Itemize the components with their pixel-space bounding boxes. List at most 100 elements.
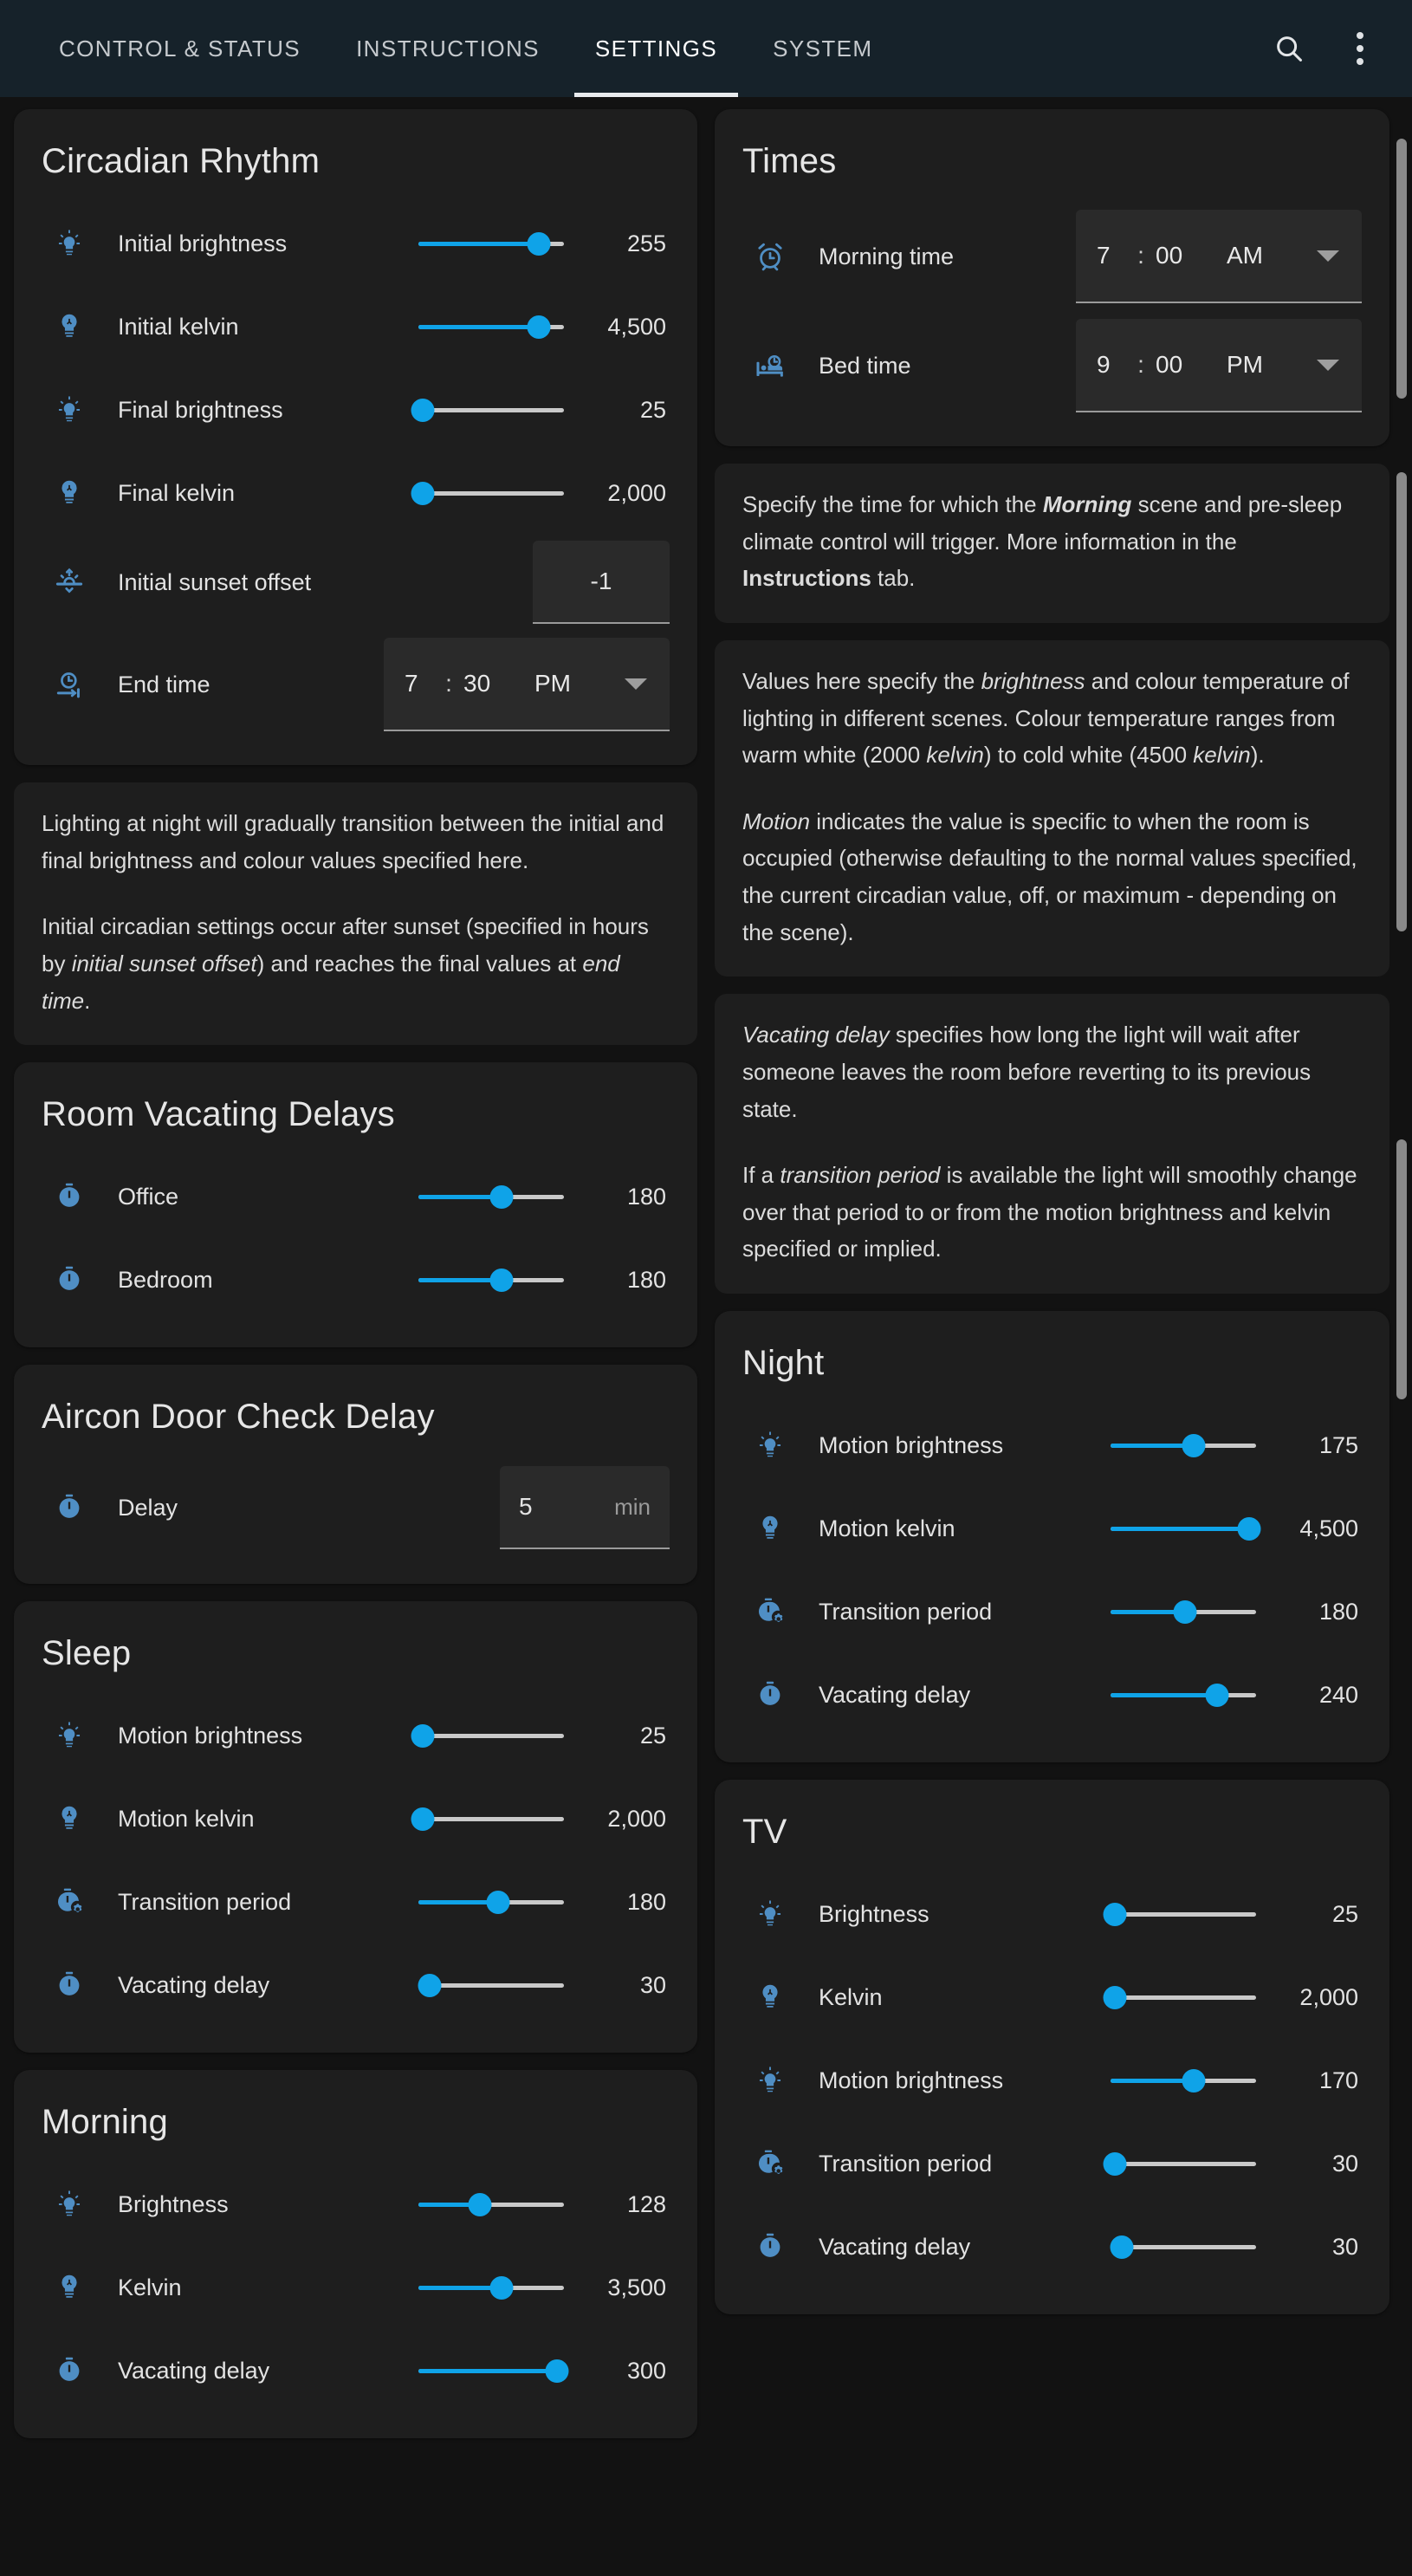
info-paragraph: Specify the time for which the Morning s…: [742, 486, 1362, 597]
slider-thumb[interactable]: [468, 2192, 492, 2216]
chevron-down-icon[interactable]: [625, 678, 647, 690]
chevron-down-icon[interactable]: [1317, 250, 1339, 262]
info-emphasis: initial sunset offset: [71, 950, 257, 977]
slider-tv-kelvin[interactable]: [1103, 1976, 1256, 2018]
chevron-down-icon[interactable]: [1317, 359, 1339, 371]
card-title: Times: [742, 142, 837, 180]
slider-tv-brightness[interactable]: [1103, 1893, 1256, 1935]
setting-row-tv-transition-period: Transition period 30: [742, 2122, 1362, 2205]
slider-night-motion-brightness[interactable]: [1111, 1424, 1256, 1466]
time-hour[interactable]: 7: [405, 670, 434, 698]
card-circadian-rhythm: Circadian Rhythm Initial brightness 255 …: [14, 109, 697, 765]
time-minute[interactable]: 00: [1156, 351, 1209, 379]
slider-office-vacating-delay[interactable]: [418, 1176, 564, 1217]
tab-settings[interactable]: SETTINGS: [567, 0, 745, 97]
tab-system[interactable]: SYSTEM: [745, 0, 900, 97]
slider-value: 30: [639, 1971, 666, 1998]
time-minute[interactable]: 00: [1156, 242, 1209, 269]
card-title: TV: [742, 1813, 787, 1851]
slider-sleep-motion-kelvin[interactable]: [411, 1798, 564, 1840]
slider-night-transition-period[interactable]: [1111, 1591, 1256, 1632]
slider-thumb[interactable]: [1182, 1433, 1206, 1457]
slider-thumb[interactable]: [1237, 1516, 1261, 1541]
row-label: Vacating delay: [819, 1681, 971, 1708]
slider-fill: [418, 241, 540, 246]
settings-content: Circadian Rhythm Initial brightness 25 5 …: [0, 97, 1412, 2576]
row-label: Final brightness: [118, 396, 283, 423]
slider-track: [418, 490, 564, 496]
slider-morning-vacating-delay[interactable]: [418, 2350, 569, 2391]
slider-thumb[interactable]: [1103, 1902, 1127, 1926]
slider-thumb[interactable]: [527, 315, 551, 339]
slider-value: 255: [626, 230, 666, 256]
slider-thumb[interactable]: [489, 1268, 514, 1292]
info-emphasis: transition period: [780, 1162, 941, 1189]
time-hour[interactable]: 7: [1097, 242, 1126, 269]
setting-row-end-time: End time 7 : 30 PM: [42, 630, 670, 739]
input-aircon-delay[interactable]: 5 min: [500, 1466, 670, 1550]
bulb-icon: [42, 1802, 97, 1835]
time-picker-bed-time[interactable]: 9 : 00 PM: [1076, 319, 1362, 412]
setting-row-tv-vacating-delay: Vacating delay 30: [742, 2205, 1362, 2288]
slider-night-motion-kelvin[interactable]: [1111, 1508, 1261, 1549]
slider-tv-vacating-delay[interactable]: [1110, 2226, 1256, 2268]
input-initial-sunset-offset[interactable]: -1: [533, 541, 670, 624]
scrollbar-segment-top[interactable]: [1396, 139, 1407, 399]
time-picker-end-time[interactable]: 7 : 30 PM: [384, 638, 670, 731]
time-ampm[interactable]: PM: [517, 670, 625, 698]
slider-thumb[interactable]: [1173, 1599, 1197, 1624]
slider-tv-motion-brightness[interactable]: [1111, 2060, 1256, 2101]
scrollbar-segment-bottom[interactable]: [1396, 1139, 1407, 1399]
slider-thumb[interactable]: [411, 1723, 435, 1748]
slider-thumb[interactable]: [527, 231, 551, 256]
slider-thumb[interactable]: [411, 398, 435, 422]
slider-value: 240: [1318, 1681, 1358, 1708]
time-picker-morning-time[interactable]: 7 : 00 AM: [1076, 210, 1362, 303]
slider-sleep-transition-period[interactable]: [418, 1881, 564, 1923]
more-vert-icon[interactable]: [1331, 19, 1389, 78]
scrollbar-segment-middle[interactable]: [1396, 472, 1407, 931]
slider-fill: [418, 2368, 557, 2373]
slider-value: 3,500: [607, 2274, 666, 2300]
slider-track: [1111, 1911, 1256, 1917]
slider-night-vacating-delay[interactable]: [1111, 1674, 1256, 1716]
tab-control-status[interactable]: CONTROL & STATUS: [31, 0, 328, 97]
slider-thumb[interactable]: [1103, 1985, 1127, 2009]
slider-thumb[interactable]: [1103, 2151, 1127, 2176]
tab-instructions[interactable]: INSTRUCTIONS: [328, 0, 567, 97]
time-ampm[interactable]: PM: [1209, 351, 1317, 379]
slider-value: 170: [1318, 2067, 1358, 2093]
slider-thumb[interactable]: [1110, 2235, 1134, 2259]
slider-sleep-motion-brightness[interactable]: [411, 1715, 564, 1756]
slider-thumb[interactable]: [1182, 2068, 1206, 2093]
slider-morning-brightness[interactable]: [418, 2183, 564, 2225]
setting-row-sleep-motion-brightness: Motion brightness 25: [42, 1694, 670, 1777]
slider-thumb[interactable]: [411, 481, 435, 505]
slider-thumb[interactable]: [545, 2359, 569, 2383]
slider-initial-brightness[interactable]: [418, 223, 564, 264]
row-label: Bedroom: [118, 1266, 213, 1293]
slider-thumb[interactable]: [489, 2275, 514, 2300]
slider-thumb[interactable]: [418, 1973, 442, 1997]
info-emphasis: kelvin: [1193, 742, 1251, 769]
slider-value: 4,500: [1299, 1515, 1358, 1541]
time-hour[interactable]: 9: [1097, 351, 1126, 379]
slider-sleep-vacating-delay[interactable]: [418, 1964, 564, 2006]
card-room-vacating-delays: Room Vacating Delays Office 180 Bedroom: [14, 1062, 697, 1348]
slider-thumb[interactable]: [486, 1890, 510, 1914]
slider-thumb[interactable]: [489, 1184, 514, 1209]
slider-final-brightness[interactable]: [411, 389, 564, 431]
slider-thumb[interactable]: [411, 1807, 435, 1831]
slider-morning-kelvin[interactable]: [418, 2267, 564, 2308]
card-title: Room Vacating Delays: [42, 1095, 395, 1134]
time-minute[interactable]: 30: [463, 670, 517, 698]
slider-thumb[interactable]: [1205, 1683, 1229, 1707]
slider-tv-transition-period[interactable]: [1103, 2143, 1256, 2184]
slider-bedroom-vacating-delay[interactable]: [418, 1259, 564, 1301]
time-ampm[interactable]: AM: [1209, 242, 1317, 269]
slider-initial-kelvin[interactable]: [418, 306, 564, 347]
stopwatch-icon: [42, 2354, 97, 2387]
slider-final-kelvin[interactable]: [411, 472, 564, 514]
card-morning: Morning Brightness 128 Kelvin 3,500 Vaca…: [14, 2070, 697, 2439]
search-icon[interactable]: [1260, 19, 1318, 78]
